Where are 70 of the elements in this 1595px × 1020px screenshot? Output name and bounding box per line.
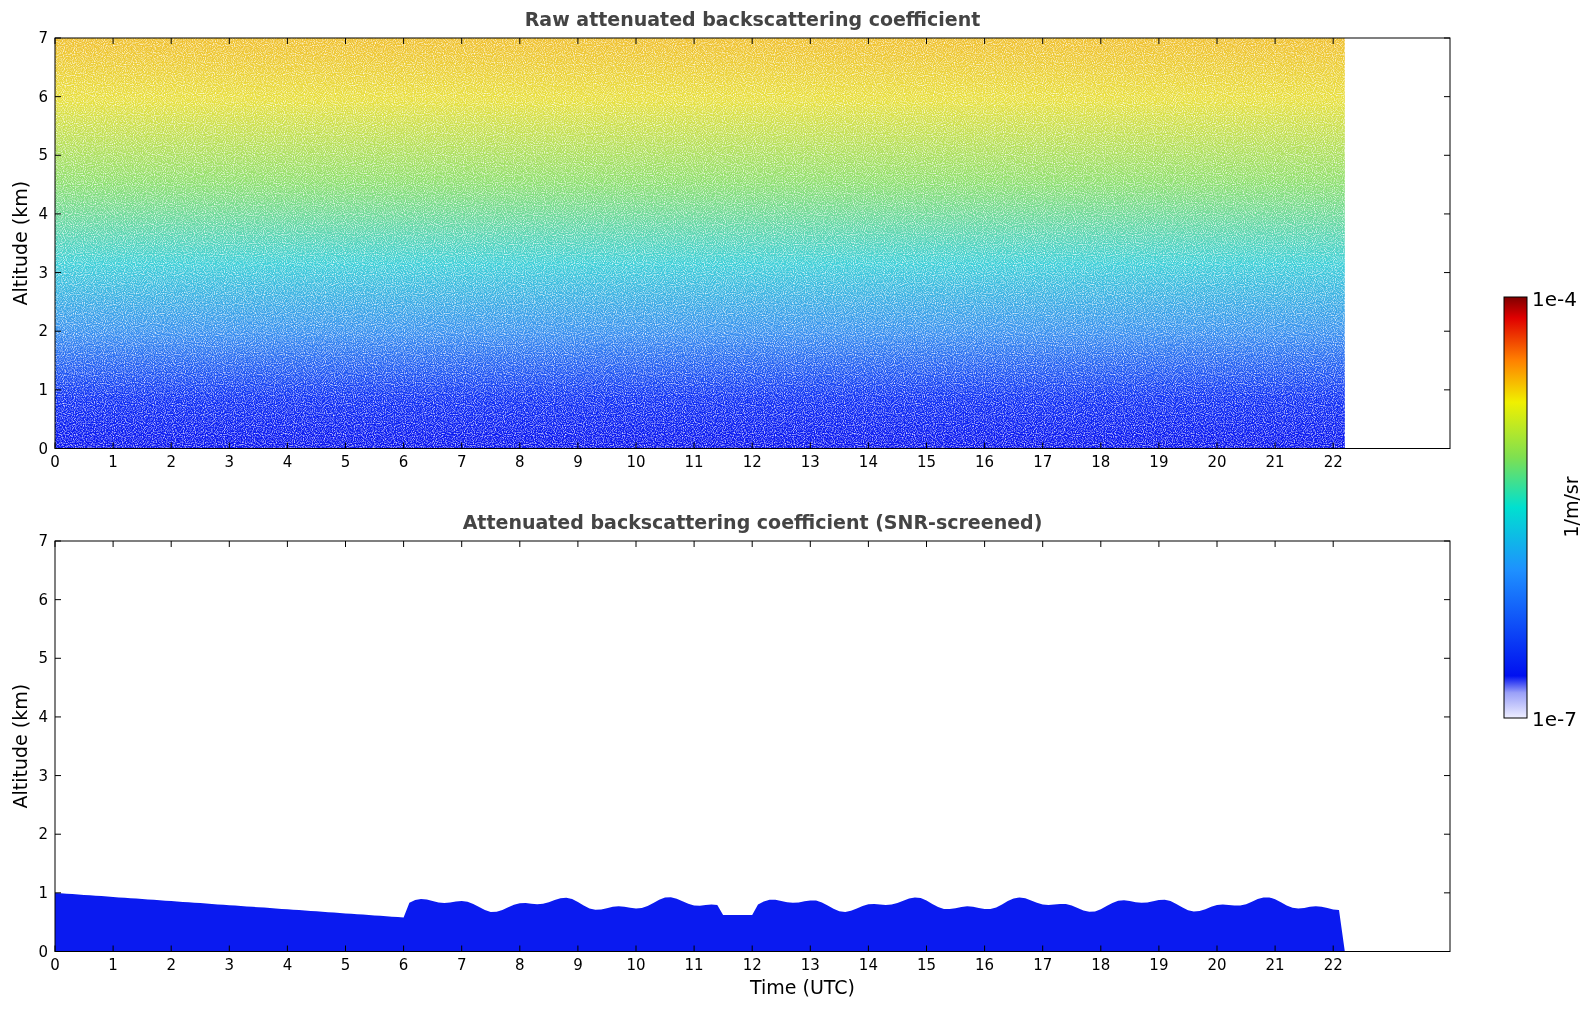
tick-label: 16: [975, 452, 995, 471]
tick-label: 13: [800, 452, 820, 471]
tick-label: 14: [858, 452, 878, 471]
tick-label: 7: [38, 29, 48, 47]
tick-label: 16: [975, 955, 995, 974]
plot-title: Raw attenuated backscattering coefficient: [524, 8, 981, 30]
tick-label: 22: [1323, 452, 1343, 471]
tick-label: 2: [38, 825, 48, 844]
tick-label: 2: [166, 955, 176, 974]
tick-label: 20: [1207, 452, 1227, 471]
tick-label: 15: [916, 452, 937, 471]
tick-label: 17: [1033, 955, 1053, 974]
tick-label: 22: [1323, 955, 1343, 974]
tick-label: 4: [282, 955, 293, 974]
tick-label: 3: [38, 263, 48, 282]
tick-label: 7: [38, 532, 48, 550]
tick-label: 0: [38, 942, 48, 961]
tick-label: 11: [684, 452, 704, 471]
tick-label: 6: [398, 452, 409, 471]
tick-label: 18: [1091, 955, 1111, 974]
tick-label: 1: [108, 452, 118, 471]
tick-label: 8: [515, 955, 525, 974]
tick-label: 8: [515, 452, 525, 471]
tick-label: 5: [38, 146, 48, 165]
tick-label: 0: [50, 955, 60, 974]
tick-label: 10: [626, 452, 646, 471]
tick-label: 21: [1265, 452, 1285, 471]
tick-label: 6: [38, 87, 48, 106]
axis-label: Altitude (km): [9, 683, 31, 809]
tick-label: 15: [916, 955, 937, 974]
tick-label: 11: [684, 955, 704, 974]
tick-label: 2: [166, 452, 176, 471]
tick-label: 7: [456, 452, 467, 471]
plot-title: Attenuated backscattering coefficient (SNR-screened): [462, 511, 1043, 533]
tick-label: 5: [340, 955, 351, 974]
tick-label: 3: [224, 955, 235, 974]
tick-label: 14: [858, 955, 878, 974]
axis-label: Altitude (km): [9, 180, 31, 306]
tick-label: 6: [38, 590, 48, 609]
tick-label: 4: [282, 452, 293, 471]
tick-label: 1: [38, 380, 48, 399]
tick-label: 13: [800, 955, 820, 974]
tick-label: 5: [340, 452, 351, 471]
tick-label: 2: [38, 322, 48, 341]
tick-label: 17: [1033, 452, 1053, 471]
tick-label: 10: [626, 955, 646, 974]
tick-label: 7: [456, 955, 467, 974]
tick-label: 6: [398, 955, 409, 974]
tick-label: 1: [108, 955, 118, 974]
tick-label: 4: [38, 204, 48, 223]
tick-label: 3: [224, 452, 235, 471]
tick-label: 18: [1091, 452, 1111, 471]
tick-label: 4: [38, 707, 48, 726]
tick-label: 19: [1149, 955, 1169, 974]
tick-label: 12: [742, 452, 762, 471]
tick-label: 21: [1265, 955, 1285, 974]
tick-label: 9: [573, 955, 583, 974]
tick-label: 5: [38, 649, 48, 668]
colorbar-label: 1e-4: [1532, 287, 1577, 311]
tick-label: 0: [38, 439, 48, 458]
tick-label: 0: [50, 452, 60, 471]
colorbar-title: 1/m/sr: [1560, 476, 1582, 538]
colorbar-label: 1e-7: [1532, 707, 1577, 731]
tick-label: 9: [573, 452, 583, 471]
axis-label: Time (UTC): [750, 975, 855, 998]
tick-label: 3: [38, 766, 48, 785]
tick-label: 12: [742, 955, 762, 974]
tick-label: 1: [38, 883, 48, 902]
tick-label: 19: [1149, 452, 1169, 471]
tick-label: 20: [1207, 955, 1227, 974]
